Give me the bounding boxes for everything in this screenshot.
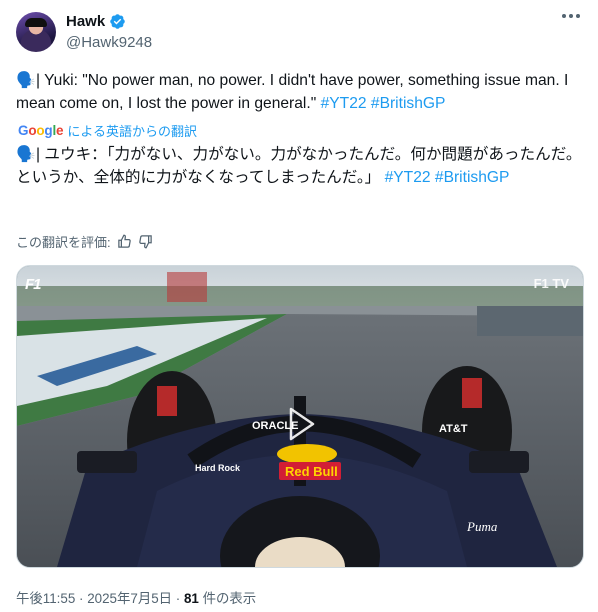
meta-separator: · [172,591,184,606]
hashtag-link[interactable]: #BritishGP [371,95,446,112]
tweet-text-original: 🗣️| Yuki: "No power man, no power. I did… [16,69,582,115]
car-sponsor-text: Hard Rock [195,463,241,473]
tweet: Hawk @Hawk9248 🗣️| Yuki: "No power man, … [0,0,598,612]
video-player[interactable]: ORACLE Red Bull AT&T Puma Hard Rock F1 F… [16,265,584,568]
tweet-meta: 午後11:55 · 2025年7月5日 · 81 件の表示 [16,587,256,607]
author-name-row: Hawk [66,13,126,30]
car-sponsor-text: Puma [466,519,498,534]
tweet-text-translated: 🗣️| ユウキ：「力がない、力がない。力がなかったんだ。何か問題があったんだ。と… [16,143,582,189]
play-icon[interactable] [279,403,321,445]
f1-tv-label: F1 TV [533,276,569,291]
thumbs-down-icon[interactable] [138,234,153,249]
avatar[interactable] [16,12,56,52]
hashtag-link[interactable]: #YT22 [321,95,367,112]
google-logo: Google [18,123,64,138]
tweet-time[interactable]: 午後11:55 [16,591,75,606]
speaking-head-emoji-icon: 🗣️ [16,146,36,163]
f1-logo: F1 [25,276,41,293]
rate-translation-row: この翻訳を評価: [16,232,153,251]
views-label: 件の表示 [198,591,257,606]
meta-separator: · [75,591,88,606]
author-name[interactable]: Hawk [66,13,105,30]
tweet-body-en: | Yuki: "No power man, no power. I didn'… [16,72,569,112]
hashtag-link[interactable]: #YT22 [385,169,431,186]
translation-attribution-label: による英語からの翻訳 [67,124,197,139]
tweet-date[interactable]: 2025年7月5日 [87,591,172,606]
thumbs-up-icon[interactable] [117,234,132,249]
author-handle[interactable]: @Hawk9248 [66,34,152,51]
speaking-head-emoji-icon: 🗣️ [16,72,36,89]
car-sponsor-text: Red Bull [285,464,338,479]
car-sponsor-text: AT&T [439,423,468,435]
translation-attribution[interactable]: Google による英語からの翻訳 [18,121,197,140]
more-options-icon[interactable] [562,14,580,18]
verified-badge-icon [110,14,125,29]
hashtag-link[interactable]: #BritishGP [435,169,510,186]
views-count: 81 [183,591,199,606]
rate-translation-label: この翻訳を評価: [16,235,111,250]
